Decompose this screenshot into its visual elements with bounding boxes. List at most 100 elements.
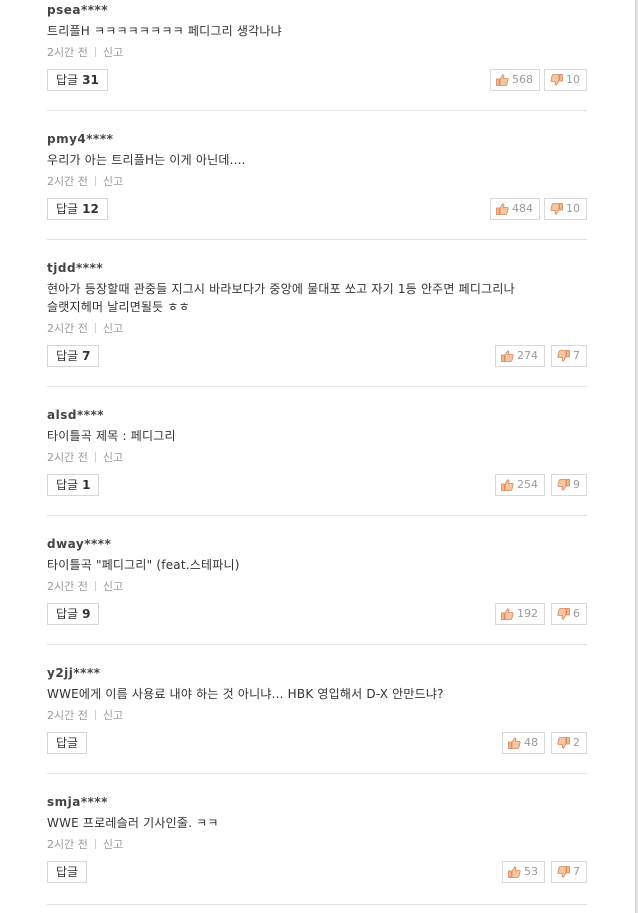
meta-separator (94, 710, 96, 720)
dislike-count: 2 (573, 736, 580, 749)
report-link[interactable]: 신고 (103, 838, 123, 851)
comment-text: 현아가 등장할때 관중들 지그시 바라보다가 중앙에 물대포 쏘고 자기 1등 … (47, 282, 515, 314)
like-count: 484 (512, 202, 533, 215)
comment-username[interactable]: pmy4**** (47, 132, 113, 146)
like-button[interactable]: 48 (502, 732, 545, 754)
report-link[interactable]: 신고 (103, 709, 123, 722)
like-count: 254 (517, 478, 538, 491)
comment-time: 2시간 전 (47, 175, 88, 188)
comment-meta: 2시간 전 신고 (47, 320, 123, 336)
comment-meta: 2시간 전 신고 (47, 836, 123, 852)
report-link[interactable]: 신고 (103, 46, 123, 59)
reply-label: 답글 (56, 478, 79, 492)
like-button[interactable]: 192 (495, 603, 545, 625)
meta-separator (94, 839, 96, 849)
comment-username[interactable]: smja**** (47, 795, 108, 809)
dislike-button[interactable]: 2 (551, 732, 587, 754)
reply-button[interactable]: 답글 9 (47, 603, 100, 625)
thumbs-up-icon (501, 350, 514, 362)
reply-count: 9 (82, 607, 91, 621)
comment-text: 우리가 아는 트리플H는 이게 아닌데.... (47, 153, 246, 167)
reply-count: 1 (82, 478, 91, 492)
like-button[interactable]: 53 (502, 861, 545, 883)
meta-separator (94, 176, 96, 186)
thumbs-up-icon (501, 608, 514, 620)
meta-separator (94, 581, 96, 591)
like-button[interactable]: 254 (495, 474, 545, 496)
dislike-button[interactable]: 7 (551, 345, 587, 367)
comment-meta: 2시간 전 신고 (47, 707, 123, 723)
comment-divider (47, 773, 587, 774)
reply-button[interactable]: 답글 (47, 732, 88, 754)
comment-username[interactable]: alsd**** (47, 408, 104, 422)
thumbs-up-icon (496, 203, 509, 215)
comment-meta: 2시간 전 신고 (47, 578, 123, 594)
dislike-count: 9 (573, 478, 580, 491)
comment-time: 2시간 전 (47, 709, 88, 722)
dislike-button[interactable]: 10 (544, 69, 587, 91)
reply-button[interactable]: 답글 (47, 861, 88, 883)
dislike-button[interactable]: 7 (551, 861, 587, 883)
reply-label: 답글 (56, 607, 79, 621)
reply-label: 답글 (56, 349, 79, 363)
report-link[interactable]: 신고 (103, 451, 123, 464)
comment-username[interactable]: y2jj**** (47, 666, 101, 680)
comment-divider (47, 386, 587, 387)
meta-separator (94, 452, 96, 462)
thumbs-down-icon (557, 608, 570, 620)
comment-time: 2시간 전 (47, 838, 88, 851)
dislike-button[interactable]: 10 (544, 198, 587, 220)
dislike-count: 10 (566, 202, 580, 215)
like-count: 274 (517, 349, 538, 362)
comment-text: 타이틀곡 제목 : 페디그리 (47, 429, 176, 443)
reply-label: 답글 (56, 73, 79, 87)
like-count: 192 (517, 607, 538, 620)
reply-button[interactable]: 답글 31 (47, 69, 108, 91)
report-link[interactable]: 신고 (103, 580, 123, 593)
reply-label: 답글 (56, 736, 79, 750)
comment-divider (47, 904, 587, 905)
report-link[interactable]: 신고 (103, 175, 123, 188)
thumbs-down-icon (557, 479, 570, 491)
dislike-count: 10 (566, 73, 580, 86)
thumbs-up-icon (508, 737, 521, 749)
reply-button[interactable]: 답글 1 (47, 474, 100, 496)
reply-button[interactable]: 답글 7 (47, 345, 100, 367)
comment-meta: 2시간 전 신고 (47, 449, 123, 465)
reply-count: 31 (82, 73, 99, 87)
comment-username[interactable]: tjdd**** (47, 261, 103, 275)
dislike-button[interactable]: 6 (551, 603, 587, 625)
comment-divider (47, 239, 587, 240)
comment-text: 타이틀곡 "페디그리" (feat.스테파니) (47, 558, 240, 572)
thumbs-down-icon (557, 737, 570, 749)
comment-text: 트리플H ㅋㅋㅋㅋㅋㅋㅋㅋ 페디그리 생각나냐 (47, 24, 282, 38)
reply-label: 답글 (56, 202, 79, 216)
reply-count: 7 (82, 349, 91, 363)
meta-separator (94, 323, 96, 333)
comment-time: 2시간 전 (47, 451, 88, 464)
like-count: 53 (524, 865, 538, 878)
dislike-count: 7 (573, 349, 580, 362)
reply-button[interactable]: 답글 12 (47, 198, 108, 220)
comment-divider (47, 515, 587, 516)
comment-meta: 2시간 전 신고 (47, 44, 123, 60)
thumbs-up-icon (501, 479, 514, 491)
comment-text: WWE에게 이름 사용료 내야 하는 것 아니냐... HBK 영입해서 D-X… (47, 687, 444, 701)
meta-separator (94, 47, 96, 57)
thumbs-down-icon (557, 866, 570, 878)
dislike-button[interactable]: 9 (551, 474, 587, 496)
like-button[interactable]: 484 (490, 198, 540, 220)
comment-time: 2시간 전 (47, 322, 88, 335)
like-count: 568 (512, 73, 533, 86)
comment-divider (47, 110, 587, 111)
thumbs-down-icon (550, 74, 563, 86)
comment-username[interactable]: psea**** (47, 3, 108, 17)
comment-meta: 2시간 전 신고 (47, 173, 123, 189)
like-button[interactable]: 568 (490, 69, 540, 91)
comment-username[interactable]: dway**** (47, 537, 111, 551)
thumbs-up-icon (508, 866, 521, 878)
like-button[interactable]: 274 (495, 345, 545, 367)
thumbs-down-icon (557, 350, 570, 362)
dislike-count: 6 (573, 607, 580, 620)
report-link[interactable]: 신고 (103, 322, 123, 335)
